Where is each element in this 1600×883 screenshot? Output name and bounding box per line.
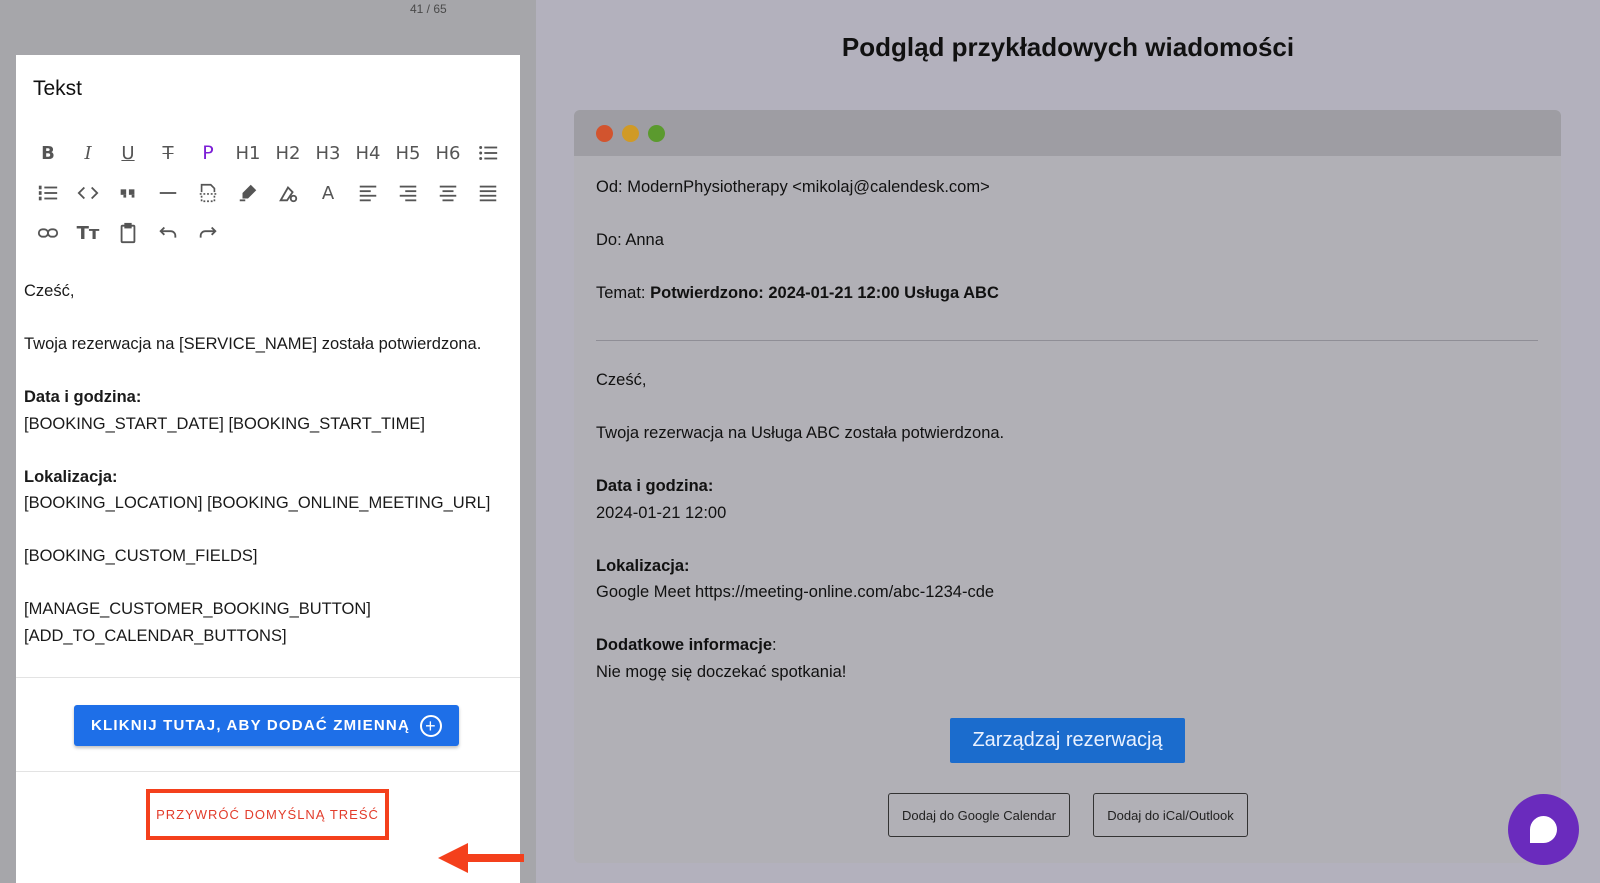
page-counter: 41 / 65 — [410, 2, 447, 16]
email-date-label: Data i godzina: — [596, 477, 714, 495]
window-titlebar — [574, 110, 1561, 156]
editor-toolbar: B I U T P H1 H2 H3 H4 H5 H6 A Tт — [28, 133, 508, 253]
strikethrough-icon[interactable]: T — [148, 133, 188, 173]
email-from: Od: ModernPhysiotherapy <mikolaj@calende… — [596, 174, 999, 201]
align-justify-icon[interactable] — [468, 173, 508, 213]
add-variable-button[interactable]: KLIKNIJ TUTAJ, ABY DODAĆ ZMIENNĄ + — [74, 705, 459, 746]
email-location-value: Google Meet https://meeting-online.com/a… — [596, 583, 995, 601]
link-icon[interactable] — [28, 213, 68, 253]
divider — [16, 771, 520, 772]
paste-icon[interactable] — [108, 213, 148, 253]
email-greeting: Cześć, — [596, 371, 647, 389]
email-headers: Od: ModernPhysiotherapy <mikolaj@calende… — [596, 174, 999, 333]
heading-2-icon[interactable]: H2 — [268, 133, 308, 173]
clear-format-icon[interactable] — [268, 173, 308, 213]
email-extra-value: Nie mogę się doczekać spotkania! — [596, 662, 847, 681]
bold-icon[interactable]: B — [28, 133, 68, 173]
align-right-icon[interactable] — [388, 173, 428, 213]
editor-card: Tekst B I U T P H1 H2 H3 H4 H5 H6 A Tт C… — [16, 55, 524, 883]
to-label: Do: — [596, 231, 622, 249]
editor-title: Tekst — [33, 77, 83, 100]
numbered-list-icon[interactable] — [28, 173, 68, 213]
from-value: ModernPhysiotherapy <mikolaj@calendesk.c… — [627, 178, 990, 196]
email-location-label: Lokalizacja: — [596, 556, 690, 575]
from-label: Od: — [596, 178, 623, 196]
toolbar-row-3: Tт — [28, 213, 508, 253]
blockquote-icon[interactable] — [108, 173, 148, 213]
heading-3-icon[interactable]: H3 — [308, 133, 348, 173]
maximize-dot-icon — [648, 124, 665, 142]
heading-5-icon[interactable]: H5 — [388, 133, 428, 173]
highlight-pen-icon[interactable] — [228, 173, 268, 213]
editor-date-label: Data i godzina: — [24, 388, 142, 406]
paragraph-label: P — [202, 142, 214, 164]
email-date-value: 2024-01-21 12:00 — [596, 503, 727, 522]
text-color-icon[interactable]: A — [308, 173, 348, 213]
manage-booking-button[interactable]: Zarządzaj rezerwacją — [950, 718, 1185, 763]
email-divider — [596, 340, 1538, 341]
chat-widget-button[interactable] — [1508, 794, 1579, 865]
editor-custom-fields: [BOOKING_CUSTOM_FIELDS] — [24, 547, 258, 565]
heading-4-icon[interactable]: H4 — [348, 133, 388, 173]
plus-circle-icon: + — [419, 714, 442, 737]
editor-calendar-buttons-var: [ADD_TO_CALENDAR_BUTTONS] — [24, 626, 287, 645]
email-body: Cześć, Twoja rezerwacja na Usługa ABC zo… — [596, 367, 1004, 685]
heading-1-icon[interactable]: H1 — [228, 133, 268, 173]
subject-label: Temat: — [596, 284, 646, 302]
email-preview-window: Od: ModernPhysiotherapy <mikolaj@calende… — [574, 110, 1561, 863]
align-center-icon[interactable] — [428, 173, 468, 213]
email-subject: Temat: Potwierdzono: 2024-01-21 12:00 Us… — [596, 280, 999, 307]
email-line-1: Twoja rezerwacja na Usługa ABC została p… — [596, 424, 1005, 442]
toolbar-row-1: B I U T P H1 H2 H3 H4 H5 H6 — [28, 133, 508, 173]
reset-default-button[interactable]: PRZYWRÓĆ DOMYŚLNĄ TREŚĆ — [146, 789, 389, 840]
heading-3-label: H3 — [315, 142, 341, 164]
heading-1-label: H1 — [235, 142, 261, 164]
editor-location-label: Lokalizacja: — [24, 467, 118, 486]
add-ical-outlook-button[interactable]: Dodaj do iCal/Outlook — [1093, 793, 1248, 837]
email-extra-colon: : — [772, 636, 777, 654]
editor-date-value: [BOOKING_START_DATE] [BOOKING_START_TIME… — [24, 414, 425, 433]
add-variable-label: KLIKNIJ TUTAJ, ABY DODAĆ ZMIENNĄ — [91, 717, 410, 734]
undo-icon[interactable] — [148, 213, 188, 253]
close-dot-icon — [596, 124, 613, 142]
heading-6-label: H6 — [435, 142, 461, 164]
horizontal-rule-icon[interactable] — [148, 173, 188, 213]
divider — [16, 677, 520, 678]
editor-manage-button-var: [MANAGE_CUSTOMER_BOOKING_BUTTON] — [24, 600, 371, 618]
add-google-calendar-button[interactable]: Dodaj do Google Calendar — [888, 793, 1070, 837]
redo-icon[interactable] — [188, 213, 228, 253]
paragraph-icon[interactable]: P — [188, 133, 228, 173]
editor-greeting: Cześć, — [24, 282, 75, 300]
font-size-icon[interactable]: Tт — [68, 213, 108, 253]
heading-5-label: H5 — [395, 142, 421, 164]
italic-icon[interactable]: I — [68, 133, 108, 173]
bullet-list-icon[interactable] — [468, 133, 508, 173]
heading-6-icon[interactable]: H6 — [428, 133, 468, 173]
toolbar-row-2: A — [28, 173, 508, 213]
email-extra-label: Dodatkowe informacje — [596, 636, 773, 654]
editor-location-value: [BOOKING_LOCATION] [BOOKING_ONLINE_MEETI… — [24, 494, 491, 512]
code-icon[interactable] — [68, 173, 108, 213]
editor-line-1: Twoja rezerwacja na [SERVICE_NAME] zosta… — [24, 335, 482, 353]
reset-default-label: PRZYWRÓĆ DOMYŚLNĄ TREŚĆ — [156, 807, 379, 822]
minimize-dot-icon — [622, 124, 639, 142]
email-to: Do: Anna — [596, 227, 999, 254]
preview-title: Podgląd przykładowych wiadomości — [841, 32, 1295, 62]
heading-4-label: H4 — [355, 142, 381, 164]
arrow-left-icon — [438, 843, 524, 873]
to-value: Anna — [625, 231, 664, 249]
underline-icon[interactable]: U — [108, 133, 148, 173]
page-break-icon[interactable] — [188, 173, 228, 213]
editor-content[interactable]: Cześć, Twoja rezerwacja na [SERVICE_NAME… — [24, 278, 514, 649]
align-left-icon[interactable] — [348, 173, 388, 213]
subject-value: Potwierdzono: 2024-01-21 12:00 Usługa AB… — [650, 284, 999, 302]
chat-icon — [1530, 816, 1557, 843]
heading-2-label: H2 — [275, 142, 301, 164]
